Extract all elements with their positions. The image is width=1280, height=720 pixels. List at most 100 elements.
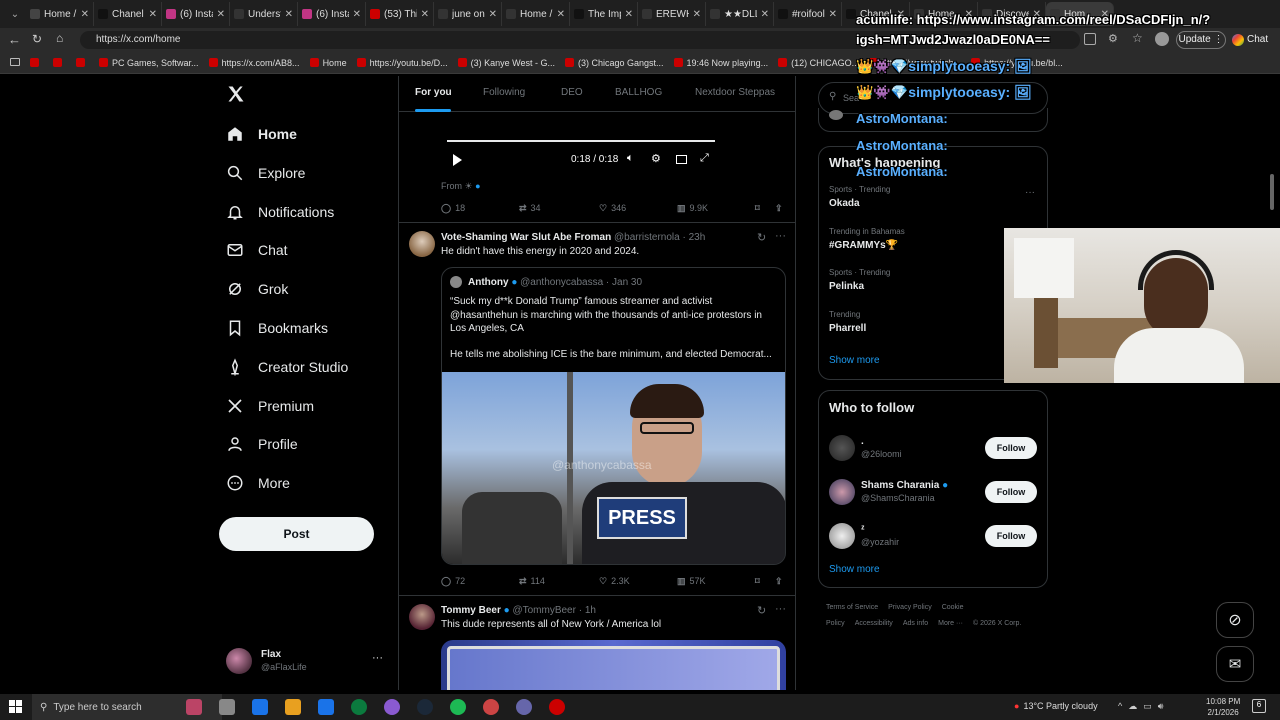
bookmark-item[interactable]: (12) CHICAGO... xyxy=(778,58,859,68)
show-more-link[interactable]: Show more xyxy=(829,564,880,575)
browser-tab[interactable]: Home ✕ xyxy=(910,2,978,26)
browser-tab[interactable]: ★★DLL ✕ xyxy=(706,2,774,26)
nav-item-bookmarks[interactable]: Bookmarks xyxy=(226,313,328,343)
post-button[interactable]: Post xyxy=(219,517,374,551)
nav-item-grok[interactable]: Grok xyxy=(226,274,288,304)
more-dots-icon[interactable]: ··· xyxy=(775,603,786,615)
translate-icon[interactable]: ⚙ xyxy=(1108,32,1118,45)
bookmark-folder-icon[interactable] xyxy=(10,58,20,66)
nav-item-more[interactable]: More xyxy=(226,468,290,498)
grok-icon[interactable]: ↻ xyxy=(757,231,766,244)
tab-close-icon[interactable]: ✕ xyxy=(217,9,225,20)
copilot-icon[interactable] xyxy=(252,699,268,715)
browser-tab[interactable]: Chanel U ✕ xyxy=(94,2,162,26)
bookmark-button[interactable]: ⌑ xyxy=(755,203,760,214)
tab-deo[interactable]: DEO xyxy=(561,87,583,98)
tab-close-icon[interactable]: ✕ xyxy=(557,9,565,20)
reload-icon[interactable]: ↻ xyxy=(32,32,42,46)
user-app-icon[interactable] xyxy=(186,699,202,715)
bookmark-item[interactable] xyxy=(53,58,66,67)
bookmark-item[interactable]: 19:46 Now playing... xyxy=(673,58,768,68)
bookmark-item[interactable]: (3) Chicago Gangst... xyxy=(564,58,664,68)
tab-close-icon[interactable]: ✕ xyxy=(965,9,973,20)
author-name[interactable]: Vote-Shaming War Slut Abe Froman xyxy=(441,232,611,243)
avatar[interactable] xyxy=(409,231,435,257)
notepad-icon[interactable] xyxy=(549,699,565,715)
video-player[interactable]: 0:18 / 0:18 🔈︎ ⚙ ⤢ xyxy=(441,114,721,174)
tab-following[interactable]: Following xyxy=(483,87,525,98)
tab-close-icon[interactable]: ✕ xyxy=(897,9,905,20)
follow-button[interactable]: Follow xyxy=(985,437,1037,459)
bookmark-item[interactable]: https://www.twitch... xyxy=(869,58,961,68)
account-switcher[interactable]: Flax @aFlaxLife ··· xyxy=(226,646,386,676)
avatar[interactable] xyxy=(409,604,435,630)
follow-name[interactable]: ᶻ xyxy=(861,524,865,535)
tab-close-icon[interactable]: ✕ xyxy=(489,9,497,20)
post[interactable]: Vote-Shaming War Slut Abe Froman @barris… xyxy=(399,223,795,595)
update-button[interactable]: Update ⋮ xyxy=(1176,31,1226,49)
nav-item-premium[interactable]: Premium xyxy=(226,391,314,421)
bookmark-item[interactable]: https://x.com/AB8... xyxy=(208,58,300,68)
bookmark-item[interactable] xyxy=(76,58,89,67)
browser-tab[interactable]: Home / ✕ xyxy=(26,2,94,26)
progress-bar[interactable] xyxy=(447,140,715,142)
volume-icon[interactable]: 🔈︎ xyxy=(627,152,634,165)
nav-item-home[interactable]: Home xyxy=(226,119,297,149)
browser-tab[interactable]: Discove ✕ xyxy=(978,2,1046,26)
repost-button[interactable]: ⇄ 34 xyxy=(519,203,541,214)
tab-nextdoor-steppas[interactable]: Nextdoor Steppas xyxy=(695,87,775,98)
more-dots-icon[interactable]: ··· xyxy=(372,652,383,664)
like-button[interactable]: ♡ 346 xyxy=(599,203,626,214)
file-explorer-icon[interactable] xyxy=(318,699,334,715)
follow-name[interactable]: . xyxy=(861,436,864,447)
browser-tab[interactable]: (6) Insta ✕ xyxy=(298,2,366,26)
post[interactable]: Tommy Beer ● @TommyBeer · 1h ↻ ··· This … xyxy=(399,596,795,690)
trend-item[interactable]: Sports · Trending Okada xyxy=(819,185,1047,223)
share-button[interactable]: ⇪ xyxy=(775,203,783,214)
mail-app-icon[interactable] xyxy=(384,699,400,715)
chat-button[interactable]: Chat xyxy=(1232,31,1276,49)
footer-link[interactable]: More ··· xyxy=(938,620,963,627)
bookmark-item[interactable]: https://youtu.be/bl... xyxy=(971,58,1063,68)
notifications-icon[interactable]: 6 xyxy=(1252,699,1266,713)
tab-close-icon[interactable]: ✕ xyxy=(353,9,361,20)
views-button[interactable]: ▥ 57K xyxy=(677,576,706,587)
play-icon[interactable] xyxy=(453,154,462,166)
more-dots-icon[interactable]: ··· xyxy=(775,230,786,242)
nav-item-explore[interactable]: Explore xyxy=(226,158,305,188)
tab-close-icon[interactable]: ✕ xyxy=(829,9,837,20)
tab-close-icon[interactable]: ✕ xyxy=(81,9,89,20)
follow-suggestion[interactable]: ᶻ @yozahir Follow xyxy=(819,519,1047,555)
tab-close-icon[interactable]: ✕ xyxy=(1101,9,1109,20)
author-handle[interactable]: @TommyBeer xyxy=(512,605,576,616)
post-time[interactable]: · 23h xyxy=(683,232,706,243)
profile-avatar-icon[interactable] xyxy=(1155,32,1169,46)
grok-floating-button[interactable]: ⊘ xyxy=(1216,602,1254,638)
nav-item-notifications[interactable]: Notifications xyxy=(226,197,334,227)
bookmark-item[interactable]: https://youtu.be/D... xyxy=(356,58,448,68)
tab-for-you[interactable]: For you xyxy=(415,87,452,98)
weather-widget[interactable]: ● 13°C Partly cloudy xyxy=(1014,701,1098,711)
spotify-icon[interactable] xyxy=(483,699,499,715)
browser-tab[interactable]: The Imp ✕ xyxy=(570,2,638,26)
bookmark-item[interactable]: PC Games, Softwar... xyxy=(99,58,199,68)
clock[interactable]: 10:08 PM 2/1/2026 xyxy=(1206,696,1240,718)
author-name[interactable]: Tommy Beer xyxy=(441,605,501,616)
tab-close-icon[interactable]: ✕ xyxy=(285,9,293,20)
bookmark-button[interactable]: ⌑ xyxy=(755,576,760,587)
quoted-post[interactable]: Anthony ● @anthonycabassa · Jan 30 “Suck… xyxy=(441,267,786,565)
tab-ballhog[interactable]: BALLHOG xyxy=(615,87,662,98)
settings-icon[interactable]: ⚙ xyxy=(651,152,661,165)
store-icon[interactable] xyxy=(351,699,367,715)
follow-name[interactable]: Shams Charania xyxy=(861,480,939,491)
messages-floating-button[interactable]: ✉ xyxy=(1216,646,1254,682)
nav-item-profile[interactable]: Profile xyxy=(226,429,298,459)
steam-icon[interactable] xyxy=(450,699,466,715)
footer-link[interactable]: Terms of Service xyxy=(826,604,878,611)
tab-close-icon[interactable]: ✕ xyxy=(625,9,633,20)
bookmark-item[interactable] xyxy=(30,58,43,67)
bookmark-item[interactable]: Home xyxy=(309,58,347,68)
edge-icon[interactable] xyxy=(285,699,301,715)
tab-close-icon[interactable]: ✕ xyxy=(761,9,769,20)
extensions-icon[interactable] xyxy=(1084,33,1096,45)
